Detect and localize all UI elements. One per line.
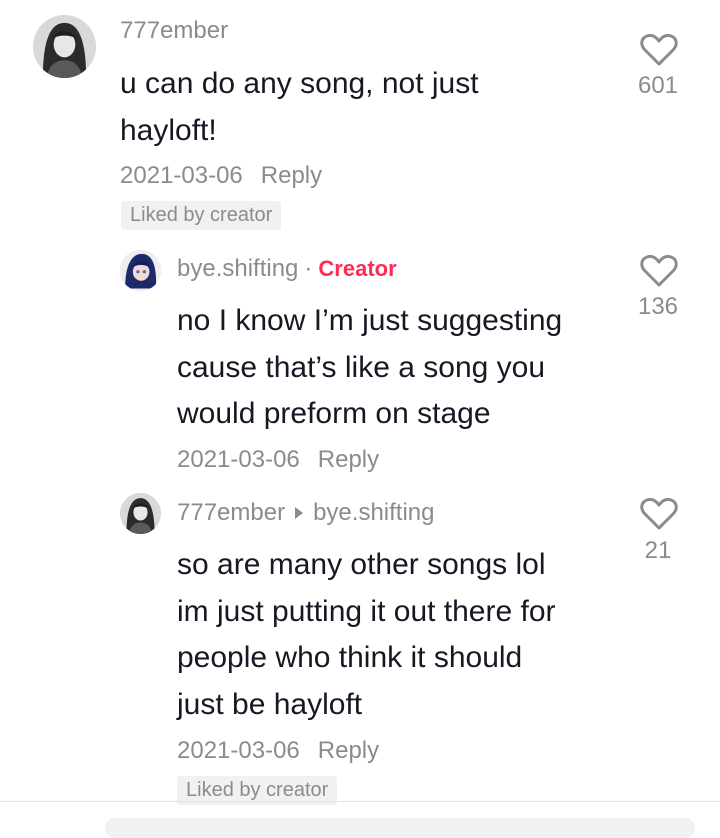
avatar[interactable]	[120, 250, 161, 291]
creator-tag: Creator	[318, 256, 397, 281]
reply-to-username[interactable]: bye.shifting	[313, 499, 434, 526]
comment-date: 2021-03-06	[177, 446, 300, 473]
comment-line: u can do any song, not just	[120, 67, 479, 100]
comment-text: u can do any song, not just hayloft!	[120, 61, 479, 154]
comment-text: so are many other songs lol im just putt…	[177, 542, 556, 728]
comment-date: 2021-03-06	[120, 162, 243, 189]
comment-username[interactable]: bye.shifting	[177, 255, 298, 282]
comment-line: hayloft!	[120, 113, 217, 147]
like-count: 136	[637, 293, 679, 320]
liked-by-creator-badge: Liked by creator	[121, 201, 282, 230]
comment-1: 777ember u can do any song, not just hay…	[0, 0, 720, 240]
comment-date: 2021-03-06	[177, 737, 300, 764]
like-count: 601	[637, 72, 679, 99]
heart-icon[interactable]	[640, 33, 678, 67]
comment-line: no I know I’m just suggesting	[177, 304, 563, 337]
heart-icon[interactable]	[640, 497, 678, 531]
comment-line: would preform on stage	[177, 397, 491, 430]
reply-arrow-icon	[295, 506, 304, 519]
comment-meta: 2021-03-06 Reply	[177, 737, 379, 765]
comment-meta: 2021-03-06 Reply	[120, 162, 322, 190]
avatar-dark-hair-icon	[33, 15, 96, 78]
comment-meta: 2021-03-06 Reply	[177, 446, 379, 474]
comment-line: people who think it should	[177, 641, 523, 674]
divider	[0, 801, 720, 802]
avatar-blue-hair-icon	[120, 250, 161, 291]
comment-line: so are many other songs lol	[177, 548, 546, 581]
heart-icon[interactable]	[640, 254, 678, 288]
comment-2: bye.shifting · Creator no I know I’m just …	[0, 240, 720, 485]
avatar[interactable]	[33, 15, 96, 78]
comment-header: bye.shifting · Creator	[177, 255, 397, 283]
avatar[interactable]	[120, 493, 161, 534]
comment-line: cause that’s like a song you	[177, 350, 546, 384]
comment-text: no I know I’m just suggesting cause that…	[177, 298, 562, 438]
comment-input-bar[interactable]	[105, 818, 695, 838]
comment-username[interactable]: 777ember	[177, 499, 285, 526]
reply-button[interactable]: Reply	[261, 162, 322, 189]
reply-button[interactable]: Reply	[318, 737, 379, 764]
avatar-dark-hair-icon	[120, 493, 161, 534]
separator-dot: ·	[304, 255, 313, 282]
comment-3: 777ember bye.shifting so are many other s…	[0, 485, 720, 805]
comment-line: im just putting it out there for	[177, 594, 556, 628]
comment-username[interactable]: 777ember	[120, 17, 228, 45]
like-count: 21	[644, 537, 672, 564]
reply-button[interactable]: Reply	[318, 446, 379, 473]
comment-header: 777ember bye.shifting	[177, 499, 434, 527]
comment-line: just be hayloft	[177, 687, 363, 721]
